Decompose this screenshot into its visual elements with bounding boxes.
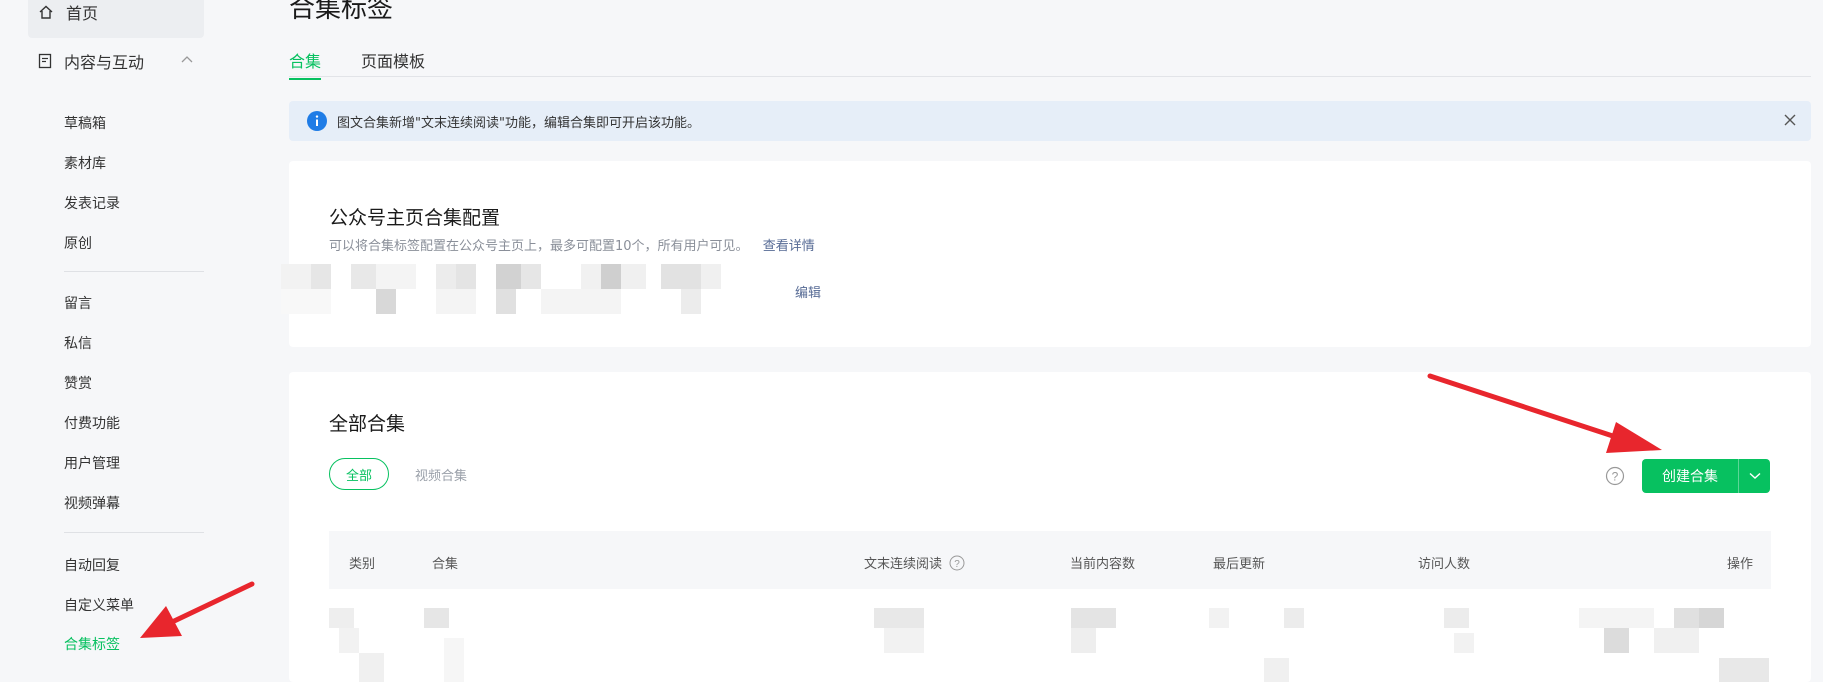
col-visitors: 访问人数 [1418,557,1471,572]
sidebar-item-rewards[interactable]: 赞赏 [64,373,92,393]
view-details-link[interactable]: 查看详情 [763,239,815,254]
info-icon [307,111,327,131]
create-collection-button[interactable]: 创建合集 [1642,459,1770,493]
col-last-update: 最后更新 [1213,557,1266,572]
homepage-config-description: 可以将合集标签配置在公众号主页上，最多可配置10个，所有用户可见。 查看详情 [329,235,815,254]
col-content-count: 当前内容数 [1070,557,1136,572]
sidebar-item-video-danmaku[interactable]: 视频弹幕 [64,493,120,513]
sidebar-group-label: 内容与互动 [64,53,145,72]
homepage-config-title: 公众号主页合集配置 [329,207,501,229]
table-header: 类别 合集 文末连续阅读 ? 当前内容数 最后更新 访问人数 操作 [329,531,1771,589]
sidebar-item-messages[interactable]: 私信 [64,333,92,353]
close-icon[interactable] [1783,113,1797,127]
description-text: 可以将合集标签配置在公众号主页上，最多可配置10个，所有用户可见。 [329,239,749,254]
homepage-config-card: 公众号主页合集配置 可以将合集标签配置在公众号主页上，最多可配置10个，所有用户… [281,161,1811,347]
page-title: 合集标签 [289,0,394,24]
sidebar-item-drafts[interactable]: 草稿箱 [64,113,106,133]
col-continuous-read: 文末连续阅读 ? [864,553,965,572]
sidebar-item-original[interactable]: 原创 [64,233,92,253]
annotation-arrow-create [1427,373,1662,453]
sidebar-group-content[interactable]: 内容与互动 [38,48,204,74]
sidebar-item-home[interactable]: 首页 [28,0,204,38]
tab-bar: 合集 页面模板 [289,48,1811,80]
redacted-collection-tags [281,264,723,314]
sidebar-item-collection-tags[interactable]: 合集标签 [64,634,120,654]
help-icon[interactable]: ? [949,555,965,571]
edit-link[interactable]: 编辑 [795,282,821,301]
col-category: 类别 [349,557,376,572]
chevron-down-icon [1749,472,1760,479]
svg-text:?: ? [954,559,960,570]
tab-page-templates[interactable]: 页面模板 [361,48,425,78]
notice-banner: 图文合集新增"文末连续阅读"功能，编辑合集即可开启该功能。 [289,101,1811,141]
chevron-up-icon [181,56,193,63]
create-dropdown-toggle[interactable] [1739,472,1770,480]
home-icon [39,5,53,19]
sidebar-item-comments[interactable]: 留言 [64,293,92,313]
filter-all[interactable]: 全部 [329,458,389,490]
col-actions: 操作 [1727,557,1754,572]
svg-text:?: ? [1612,470,1619,484]
sidebar-item-library[interactable]: 素材库 [64,153,106,173]
tab-collections[interactable]: 合集 [289,48,322,80]
redacted-table-rows [329,608,1811,682]
col-collection: 合集 [432,557,459,572]
sidebar-item-user-management[interactable]: 用户管理 [64,453,120,473]
sidebar: 首页 内容与互动 草稿箱 素材库 发表记录 原创 留言 私信 赞赏 付费功能 用… [0,0,240,676]
sidebar-home-label: 首页 [66,4,99,23]
col-continuous-read-label: 文末连续阅读 [864,557,943,572]
sidebar-divider [64,532,204,533]
sidebar-item-paid-features[interactable]: 付费功能 [64,413,120,433]
sidebar-item-custom-menu[interactable]: 自定义菜单 [64,595,134,615]
annotation-arrow-sidebar [140,581,255,638]
filter-video-collections[interactable]: 视频合集 [415,465,467,484]
sidebar-divider [64,271,204,272]
all-collections-title: 全部合集 [329,413,406,435]
create-collection-label: 创建合集 [1662,469,1718,485]
notice-text: 图文合集新增"文末连续阅读"功能，编辑合集即可开启该功能。 [337,115,700,131]
document-icon [38,53,52,69]
sidebar-item-auto-reply[interactable]: 自动回复 [64,555,120,575]
help-icon[interactable]: ? [1605,466,1625,486]
sidebar-item-publish-history[interactable]: 发表记录 [64,193,120,213]
